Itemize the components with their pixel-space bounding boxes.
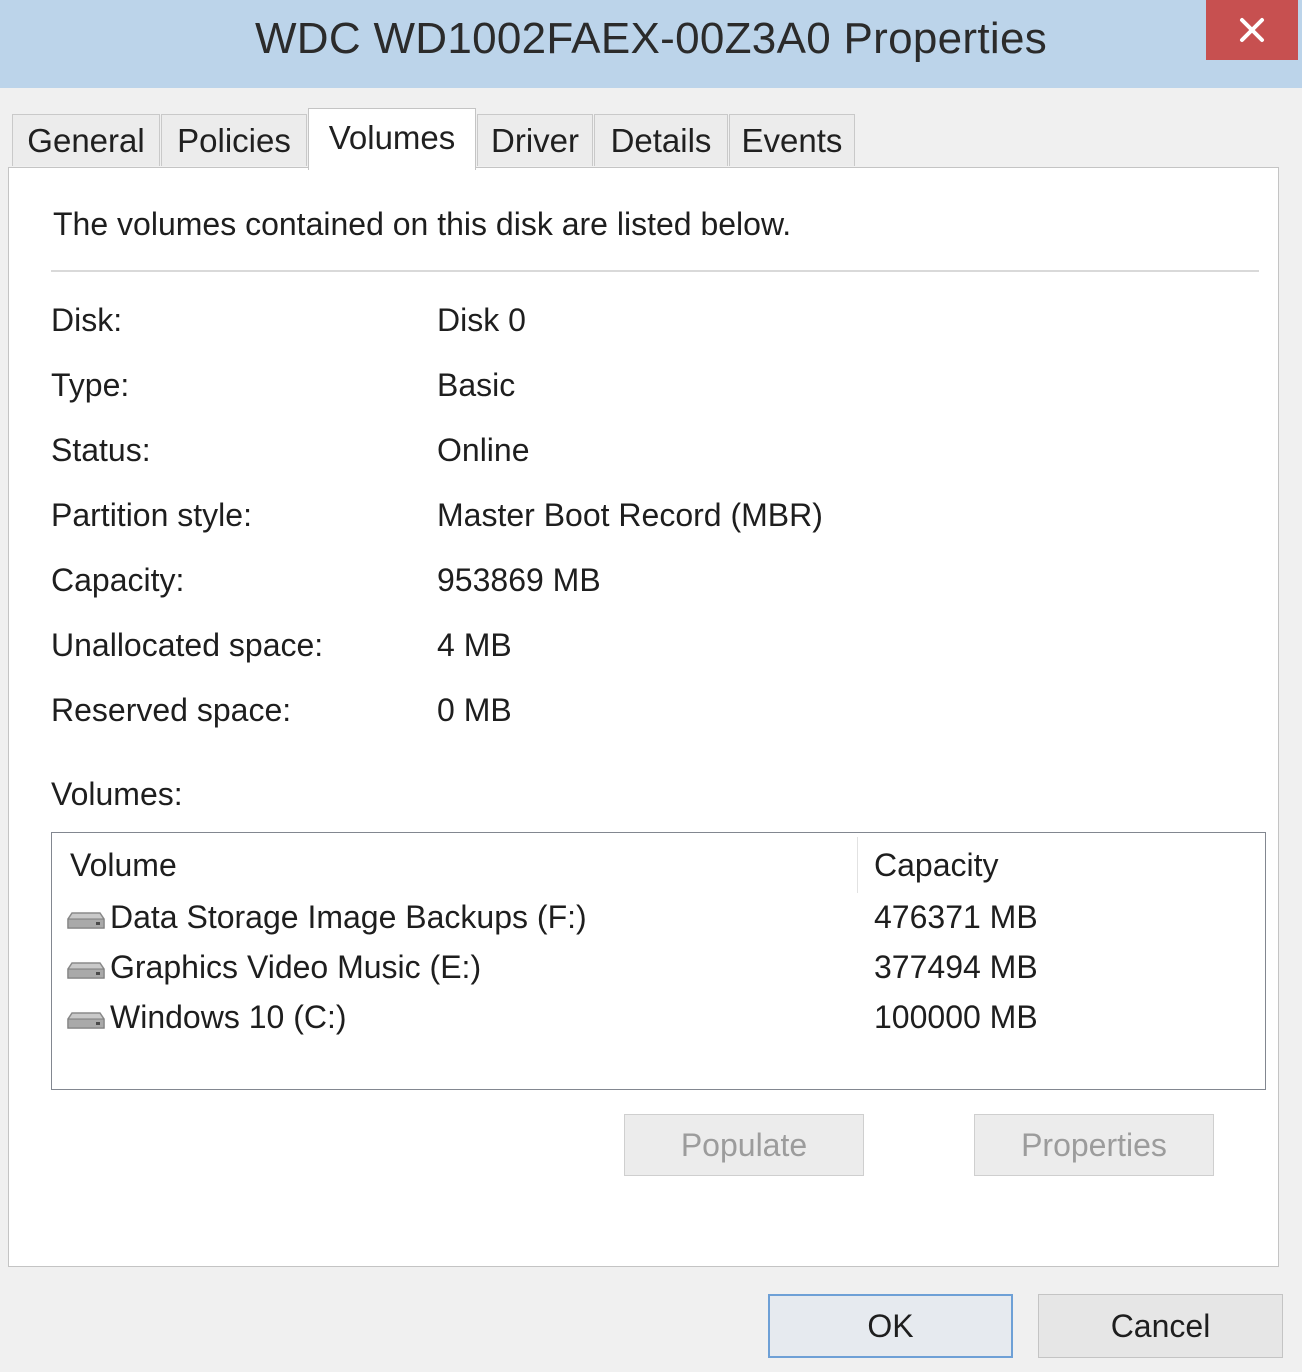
unallocated-space-value: 4 MB	[437, 627, 512, 663]
volume-name: Graphics Video Music (E:)	[110, 949, 482, 985]
volumes-tab-panel: The volumes contained on this disk are l…	[8, 167, 1279, 1267]
unallocated-space-label: Unallocated space:	[51, 627, 324, 663]
drive-icon	[66, 959, 106, 986]
volume-capacity: 476371 MB	[874, 899, 1038, 935]
capacity-label: Capacity:	[51, 562, 185, 598]
tab-policies[interactable]: Policies	[161, 114, 307, 166]
cancel-button[interactable]: Cancel	[1038, 1294, 1283, 1358]
populate-button[interactable]: Populate	[624, 1114, 864, 1176]
description-text: The volumes contained on this disk are l…	[53, 206, 792, 242]
properties-button[interactable]: Properties	[974, 1114, 1214, 1176]
list-item[interactable]: Graphics Video Music (E:) 377494 MB	[52, 947, 1265, 997]
column-header-capacity[interactable]: Capacity	[874, 847, 999, 884]
close-icon	[1238, 16, 1266, 44]
volume-name: Windows 10 (C:)	[110, 999, 347, 1035]
separator	[51, 270, 1259, 272]
column-header-volume[interactable]: Volume	[70, 847, 177, 884]
partition-style-value: Master Boot Record (MBR)	[437, 497, 823, 533]
column-divider	[857, 837, 858, 893]
disk-label: Disk:	[51, 302, 123, 338]
partition-style-label: Partition style:	[51, 497, 252, 533]
tab-events[interactable]: Events	[729, 114, 855, 166]
close-button[interactable]	[1206, 0, 1298, 60]
tab-details[interactable]: Details	[594, 114, 728, 166]
status-label: Status:	[51, 432, 151, 468]
volume-name: Data Storage Image Backups (F:)	[110, 899, 587, 935]
tab-driver[interactable]: Driver	[477, 114, 593, 166]
capacity-value: 953869 MB	[437, 562, 601, 598]
type-value: Basic	[437, 367, 516, 403]
reserved-space-label: Reserved space:	[51, 692, 292, 728]
volume-capacity: 100000 MB	[874, 999, 1038, 1035]
type-label: Type:	[51, 367, 130, 403]
drive-icon	[66, 909, 106, 936]
list-item[interactable]: Data Storage Image Backups (F:) 476371 M…	[52, 897, 1265, 947]
list-header: Volume Capacity	[52, 833, 1257, 895]
tab-volumes[interactable]: Volumes	[308, 108, 476, 170]
list-item[interactable]: Windows 10 (C:) 100000 MB	[52, 997, 1265, 1047]
status-value: Online	[437, 432, 530, 468]
reserved-space-value: 0 MB	[437, 692, 512, 728]
volume-capacity: 377494 MB	[874, 949, 1038, 985]
ok-button[interactable]: OK	[768, 1294, 1013, 1358]
window-title: WDC WD1002FAEX-00Z3A0 Properties	[254, 14, 1048, 63]
disk-value: Disk 0	[437, 302, 526, 338]
volumes-list-label: Volumes:	[51, 776, 183, 812]
tab-general[interactable]: General	[12, 114, 160, 166]
title-bar: WDC WD1002FAEX-00Z3A0 Properties	[0, 0, 1302, 88]
volumes-list[interactable]: Volume Capacity Data Storage Image Backu…	[51, 832, 1266, 1090]
drive-icon	[66, 1009, 106, 1036]
